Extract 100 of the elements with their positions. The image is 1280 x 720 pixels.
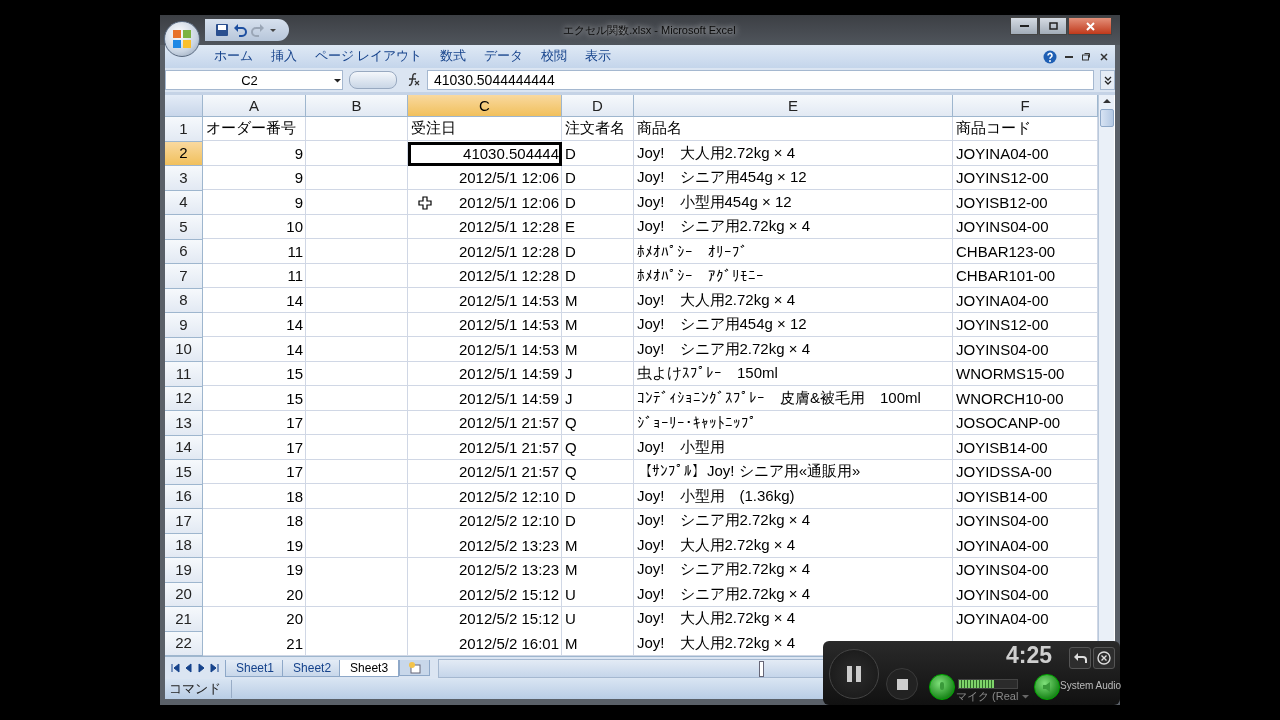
row-header[interactable]: 6 (165, 239, 203, 264)
table-cell[interactable]: JOYINS04-00 (956, 512, 1049, 530)
table-cell[interactable]: 2012/5/2 15:12 (458, 585, 559, 603)
table-cell[interactable]: オーダー番号 (206, 119, 296, 139)
table-cell[interactable]: 19 (286, 561, 303, 579)
row-header[interactable]: 7 (165, 264, 203, 289)
table-cell[interactable]: D (565, 242, 576, 260)
table-cell[interactable]: Joy! 大人用2.72kg × 4 (637, 609, 795, 629)
table-cell[interactable]: Q (565, 414, 577, 432)
table-cell[interactable]: 2012/5/1 21:57 (458, 414, 559, 432)
row-header[interactable]: 13 (165, 411, 203, 436)
table-cell[interactable]: 14 (286, 291, 303, 309)
minimize-button[interactable] (1010, 17, 1038, 35)
table-cell[interactable]: JOYINS04-00 (956, 585, 1049, 603)
table-cell[interactable]: 2012/5/1 21:57 (458, 463, 559, 481)
column-header[interactable]: B (306, 95, 408, 117)
table-cell[interactable]: D (565, 193, 576, 211)
table-cell[interactable]: 商品コード (956, 119, 1031, 139)
microphone-label[interactable]: マイク (Real (956, 689, 1019, 704)
table-cell[interactable]: 2012/5/2 13:23 (458, 561, 559, 579)
table-cell[interactable]: JOYISB14-00 (956, 438, 1048, 456)
row-header[interactable]: 3 (165, 166, 203, 191)
table-cell[interactable]: 2012/5/2 12:10 (458, 487, 559, 505)
table-cell[interactable]: 受注日 (411, 119, 456, 139)
table-cell[interactable]: 15 (286, 365, 303, 383)
row-header[interactable]: 15 (165, 460, 203, 485)
table-cell[interactable]: JOYINS12-00 (956, 169, 1049, 187)
table-cell[interactable]: Joy! シニア用2.72kg × 4 (637, 339, 810, 359)
ribbon-tab[interactable]: 数式 (431, 45, 476, 68)
ribbon-tab[interactable]: 表示 (576, 45, 621, 68)
table-cell[interactable]: M (565, 340, 578, 358)
table-cell[interactable]: J (565, 389, 573, 407)
help-icon[interactable] (1043, 49, 1057, 64)
table-cell[interactable]: M (565, 291, 578, 309)
table-cell[interactable]: Q (565, 438, 577, 456)
table-cell[interactable]: Joy! 小型用 (637, 437, 725, 457)
table-cell[interactable]: 2012/5/2 16:01 (458, 634, 559, 652)
row-header[interactable]: 16 (165, 484, 203, 509)
table-cell[interactable]: D (565, 487, 576, 505)
ribbon-tab[interactable]: ページ レイアウト (306, 45, 432, 68)
table-cell[interactable]: Joy! 小型用454g × 12 (637, 192, 792, 212)
table-cell[interactable]: M (565, 634, 578, 652)
table-cell[interactable]: M (565, 536, 578, 554)
column-header[interactable]: D (562, 95, 634, 117)
table-cell[interactable]: JOYINA04-00 (956, 291, 1049, 309)
table-cell[interactable]: 2012/5/1 12:28 (458, 267, 559, 285)
table-cell[interactable]: ｺﾝﾃﾞｨｼｮﾆﾝｸﾞｽﾌﾟﾚｰ 皮膚&被毛用 100ml (637, 388, 921, 408)
row-header[interactable]: 11 (165, 362, 203, 387)
office-button[interactable] (164, 21, 200, 57)
table-cell[interactable]: D (565, 144, 576, 162)
row-header[interactable]: 9 (165, 313, 203, 338)
table-cell[interactable]: CHBAR101-00 (956, 267, 1056, 285)
table-cell[interactable]: 2012/5/1 14:59 (458, 389, 559, 407)
table-cell[interactable]: Joy! シニア用2.72kg × 4 (637, 511, 810, 531)
table-cell[interactable]: WNORCH10-00 (956, 389, 1064, 407)
name-box[interactable]: C2 (165, 70, 343, 90)
ribbon-tab[interactable]: ホーム (205, 45, 262, 68)
undo-button[interactable] (1069, 647, 1091, 669)
sheet-tab[interactable]: Sheet3 (339, 659, 400, 677)
table-cell[interactable]: 2012/5/1 14:59 (458, 365, 559, 383)
table-cell[interactable]: M (565, 316, 578, 334)
table-cell[interactable]: Q (565, 463, 577, 481)
last-sheet-icon[interactable] (210, 663, 219, 673)
row-header[interactable]: 19 (165, 558, 203, 583)
ribbon-tab[interactable]: データ (475, 45, 533, 68)
table-cell[interactable]: 19 (286, 536, 303, 554)
table-cell[interactable]: 2012/5/1 14:53 (458, 316, 559, 334)
ribbon-tab[interactable]: 挿入 (262, 45, 306, 68)
table-cell[interactable]: Joy! 小型用 (1.36kg) (637, 486, 795, 506)
table-cell[interactable]: E (565, 218, 575, 236)
table-cell[interactable]: 9 (294, 144, 303, 162)
table-cell[interactable]: 注文者名 (565, 119, 625, 139)
table-cell[interactable]: 21 (286, 634, 303, 652)
table-cell[interactable]: 10 (286, 218, 303, 236)
table-cell[interactable]: 2012/5/2 15:12 (458, 610, 559, 628)
table-cell[interactable]: 17 (286, 438, 303, 456)
table-cell[interactable]: D (565, 512, 576, 530)
formula-field[interactable]: 41030.5044444444 (427, 70, 1094, 90)
row-header[interactable]: 5 (165, 215, 203, 240)
table-cell[interactable]: D (565, 267, 576, 285)
table-cell[interactable]: Joy! シニア用454g × 12 (637, 315, 807, 335)
table-cell[interactable]: Joy! シニア用2.72kg × 4 (637, 560, 810, 580)
table-cell[interactable]: 17 (286, 463, 303, 481)
table-cell[interactable]: Joy! 大人用2.72kg × 4 (637, 290, 795, 310)
table-cell[interactable]: JOYINS12-00 (956, 316, 1049, 334)
close-button[interactable] (1093, 647, 1115, 669)
row-header[interactable]: 20 (165, 582, 203, 607)
table-cell[interactable]: ｼﾞｮｰﾘｰ･ｷｬｯﾄﾆｯﾌﾟ (637, 414, 757, 432)
table-cell[interactable]: 15 (286, 389, 303, 407)
table-cell[interactable]: Joy! 大人用2.72kg × 4 (637, 633, 795, 653)
table-cell[interactable]: 2012/5/2 13:23 (458, 536, 559, 554)
table-cell[interactable]: WNORMS15-00 (956, 365, 1065, 383)
table-cell[interactable]: 20 (286, 585, 303, 603)
save-icon[interactable] (215, 23, 229, 37)
column-header[interactable]: A (203, 95, 306, 117)
table-cell[interactable]: U (565, 585, 576, 603)
row-header[interactable]: 10 (165, 337, 203, 362)
table-cell[interactable]: CHBAR123-00 (956, 242, 1056, 260)
table-cell[interactable]: 2012/5/1 14:53 (458, 340, 559, 358)
table-cell[interactable]: 9 (294, 169, 303, 187)
